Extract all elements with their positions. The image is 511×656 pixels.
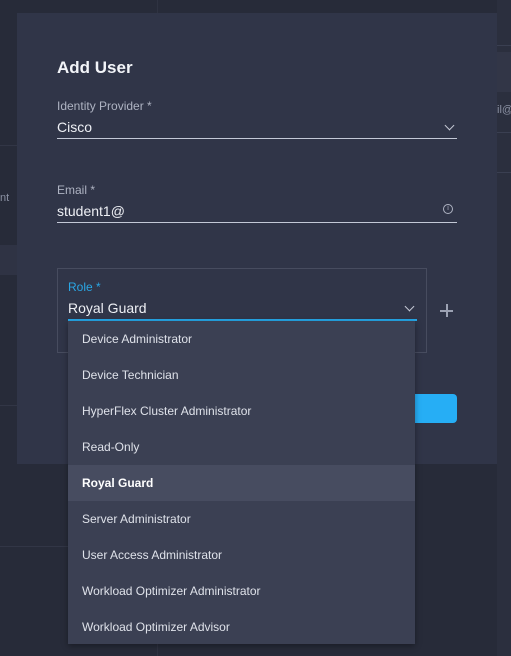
role-option-workload-optimizer-administrator[interactable]: Workload Optimizer Administrator [68,573,415,609]
identity-provider-label: Identity Provider * [57,99,152,113]
chevron-down-icon[interactable] [404,301,415,312]
divider [497,45,511,46]
background-text-fragment: nt [0,192,10,204]
background-text-fragment: il@ [497,104,511,116]
email-label: Email * [57,183,96,197]
info-icon[interactable]: i [443,204,453,214]
role-option-read-only[interactable]: Read-Only [68,429,415,465]
divider [497,172,511,173]
identity-provider-select[interactable]: Cisco [57,117,457,139]
role-option-device-technician[interactable]: Device Technician [68,357,415,393]
role-option-royal-guard[interactable]: Royal Guard [68,465,415,501]
role-label: Role * [68,280,101,294]
role-option-device-administrator[interactable]: Device Administrator [68,321,415,357]
role-option-workload-optimizer-advisor[interactable]: Workload Optimizer Advisor [68,609,415,645]
role-option-server-administrator[interactable]: Server Administrator [68,501,415,537]
role-select[interactable]: Royal Guard [68,298,417,321]
role-option-user-access-administrator[interactable]: User Access Administrator [68,537,415,573]
add-role-plus-icon[interactable] [437,301,457,321]
divider [497,132,511,133]
role-value: Royal Guard [68,300,147,316]
email-value[interactable]: student1@ [57,203,125,219]
background-selected-row [0,245,17,275]
role-option-hyperflex-cluster-administrator[interactable]: HyperFlex Cluster Administrator [68,393,415,429]
dialog-title: Add User [57,58,133,77]
email-input[interactable]: student1@ i [57,201,457,223]
background-table-header [497,52,511,92]
role-dropdown-menu: Device Administrator Device Technician H… [68,321,415,644]
identity-provider-field[interactable]: Identity Provider * Cisco [57,99,457,139]
identity-provider-value: Cisco [57,119,93,135]
background-table-edge: il@ [497,0,511,656]
email-field[interactable]: Email * student1@ i [57,183,457,223]
chevron-down-icon[interactable] [444,120,455,131]
